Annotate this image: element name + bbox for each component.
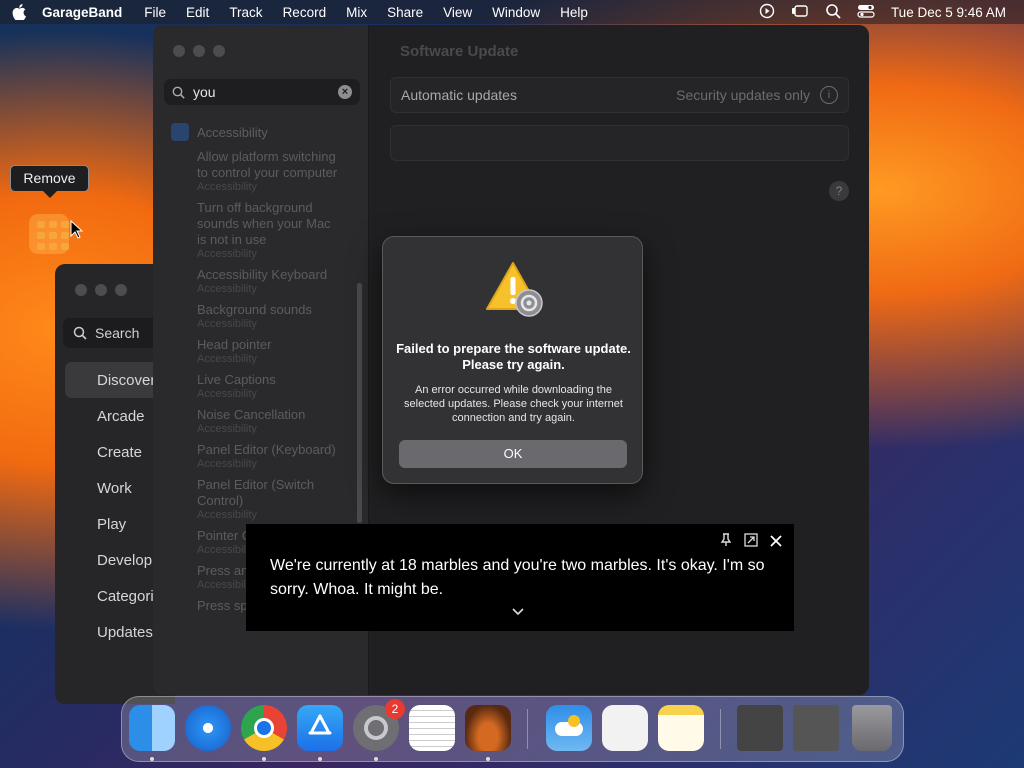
caption-text: We're currently at 18 marbles and you're… bbox=[270, 557, 765, 598]
control-center-icon[interactable] bbox=[857, 3, 875, 22]
stage-manager-icon[interactable] bbox=[791, 3, 809, 22]
result-item[interactable]: Panel Editor (Keyboard) Accessibility bbox=[153, 442, 343, 471]
menu-track[interactable]: Track bbox=[219, 5, 272, 20]
captions-controls bbox=[720, 533, 782, 550]
result-item[interactable]: Accessibility Keyboard Accessibility bbox=[153, 267, 343, 296]
dock-separator bbox=[720, 709, 721, 749]
running-indicator bbox=[318, 757, 322, 761]
page-title: Software Update bbox=[400, 43, 519, 60]
menu-record[interactable]: Record bbox=[273, 5, 337, 20]
menu-edit[interactable]: Edit bbox=[176, 5, 219, 20]
zoom-window-button[interactable] bbox=[213, 45, 225, 57]
chevron-down-icon[interactable] bbox=[512, 604, 524, 619]
notes-icon[interactable] bbox=[658, 705, 704, 751]
clear-search-icon[interactable]: × bbox=[338, 85, 352, 99]
close-icon[interactable] bbox=[770, 534, 782, 550]
resize-icon[interactable] bbox=[744, 533, 758, 550]
window-controls bbox=[173, 45, 225, 57]
search-icon bbox=[172, 86, 185, 99]
screenshot-thumbnail-icon[interactable] bbox=[737, 705, 783, 751]
results-heading[interactable]: Accessibility bbox=[153, 121, 369, 143]
textedit-icon[interactable] bbox=[409, 705, 455, 751]
menu-share[interactable]: Share bbox=[377, 5, 433, 20]
weather-icon[interactable] bbox=[546, 705, 592, 751]
trash-icon[interactable] bbox=[852, 705, 892, 751]
system-settings-icon[interactable]: 2 bbox=[353, 699, 405, 751]
help-button[interactable]: ? bbox=[829, 181, 849, 201]
window-controls bbox=[75, 284, 127, 296]
automatic-updates-label: Automatic updates bbox=[401, 87, 517, 103]
running-indicator bbox=[150, 757, 154, 761]
result-item[interactable]: Panel Editor (Switch Control) Accessibili… bbox=[153, 477, 343, 522]
pin-icon[interactable] bbox=[720, 533, 732, 550]
screenshot-thumbnail-icon[interactable] bbox=[793, 705, 839, 751]
safari-icon[interactable] bbox=[185, 705, 231, 751]
result-item[interactable]: Allow platform switching to control your… bbox=[153, 149, 343, 194]
app-menu[interactable]: GarageBand bbox=[38, 5, 134, 20]
alert-message: An error occurred while downloading the … bbox=[404, 384, 623, 424]
chrome-icon[interactable] bbox=[241, 705, 287, 751]
launchpad-icon[interactable] bbox=[29, 214, 69, 254]
running-indicator bbox=[262, 757, 266, 761]
menu-file[interactable]: File bbox=[134, 5, 176, 20]
notification-badge: 2 bbox=[385, 699, 405, 719]
finder-icon[interactable] bbox=[129, 705, 175, 751]
spotlight-search-icon[interactable] bbox=[825, 3, 841, 22]
result-item[interactable]: Background sounds Accessibility bbox=[153, 302, 343, 331]
search-icon bbox=[73, 326, 87, 340]
info-icon[interactable]: i bbox=[820, 86, 838, 104]
search-placeholder: Search bbox=[95, 325, 140, 341]
accessibility-icon bbox=[171, 123, 189, 141]
settings-search-input[interactable]: you × bbox=[164, 79, 360, 105]
garageband-icon[interactable] bbox=[465, 705, 511, 751]
remove-tooltip: Remove bbox=[10, 165, 89, 198]
menu-help[interactable]: Help bbox=[550, 5, 598, 20]
menu-view[interactable]: View bbox=[433, 5, 482, 20]
update-error-alert: Failed to prepare the software update. P… bbox=[382, 236, 643, 484]
automatic-updates-value: Security updates only bbox=[676, 87, 810, 103]
running-indicator bbox=[374, 757, 378, 761]
menubar-clock[interactable]: Tue Dec 5 9:46 AM bbox=[891, 5, 1006, 20]
accessibility-inspector-icon[interactable] bbox=[602, 705, 648, 751]
screen-record-icon[interactable] bbox=[759, 3, 775, 22]
result-item[interactable]: Turn off background sounds when your Mac… bbox=[153, 200, 343, 261]
result-item[interactable]: Head pointer Accessibility bbox=[153, 337, 343, 366]
alert-title: Failed to prepare the software update. P… bbox=[396, 341, 631, 372]
close-window-button[interactable] bbox=[173, 45, 185, 57]
app-store-icon[interactable] bbox=[297, 705, 343, 751]
apple-menu-icon[interactable] bbox=[0, 4, 38, 20]
result-item[interactable]: Noise Cancellation Accessibility bbox=[153, 407, 343, 436]
result-item[interactable]: Live Captions Accessibility bbox=[153, 372, 343, 401]
close-window-button[interactable] bbox=[75, 284, 87, 296]
sidebar-scrollbar[interactable] bbox=[357, 283, 362, 523]
automatic-updates-row: Automatic updates Security updates only … bbox=[390, 77, 849, 113]
minimize-window-button[interactable] bbox=[193, 45, 205, 57]
minimize-window-button[interactable] bbox=[95, 284, 107, 296]
menu-window[interactable]: Window bbox=[482, 5, 550, 20]
live-captions-panel: We're currently at 18 marbles and you're… bbox=[246, 524, 794, 631]
dock-separator bbox=[527, 709, 528, 749]
search-value: you bbox=[193, 84, 216, 100]
running-indicator bbox=[486, 757, 490, 761]
zoom-window-button[interactable] bbox=[115, 284, 127, 296]
mouse-cursor-icon bbox=[70, 220, 84, 239]
update-status-box bbox=[390, 125, 849, 161]
ok-button[interactable]: OK bbox=[399, 440, 627, 468]
menu-bar: GarageBand File Edit Track Record Mix Sh… bbox=[0, 0, 1024, 24]
menu-mix[interactable]: Mix bbox=[336, 5, 377, 20]
dock: 2 bbox=[121, 696, 904, 762]
warning-settings-icon bbox=[486, 262, 543, 317]
